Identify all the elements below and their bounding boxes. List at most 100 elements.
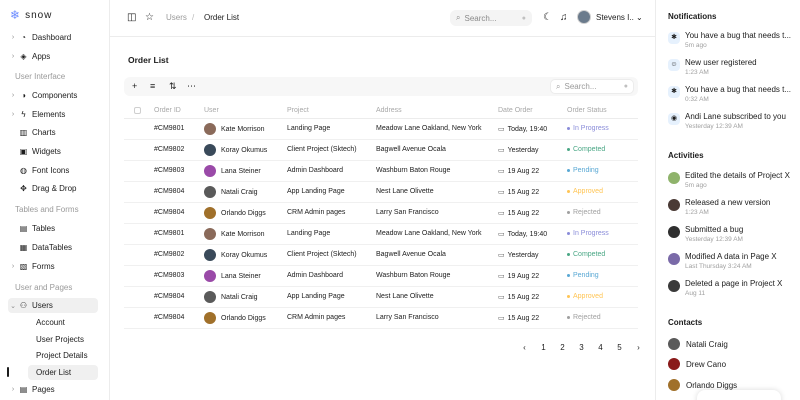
avatar [668,338,680,350]
sidebar-item-tables[interactable]: ▤ Tables [8,221,98,236]
table-search-input[interactable]: ⌕ Search... ● [550,79,634,94]
table-row[interactable]: #CM9802 Koray Okumus Client Project (Sktec… [124,245,638,266]
chevron-left-icon[interactable]: ‹ [515,343,534,352]
sidebar-item-widgets[interactable]: ▣ Widgets [8,144,98,159]
avatar [204,228,216,240]
sidebar-toggle-icon[interactable]: ◫ [127,12,136,24]
filter-icon[interactable]: ≡ [150,81,155,92]
project: Admin Dashboard [287,167,344,174]
status-badge: Rejected [567,209,601,216]
table-row[interactable]: #CM9804 Orlando Diggs CRM Admin pages Larry… [124,203,638,224]
sidebar-subitem-user-projects[interactable]: User Projects [28,332,98,347]
datatable-icon: ▦ [19,243,28,252]
project: CRM Admin pages [287,314,346,321]
pagination: ‹ 1 2 3 4 5 › [515,341,648,353]
sidebar-item-datatables[interactable]: ▦ DataTables [8,240,98,255]
sidebar-subitem-project-details[interactable]: Project Details [28,348,98,363]
user-name: Natali Craig [221,188,258,196]
sidebar-item-font-icons[interactable]: ◍ Font Icons [8,163,98,178]
user-name: Orlando Diggs [221,314,266,322]
column-header-status[interactable]: Order Status [567,107,607,114]
status-text: Rejected [573,209,601,216]
column-header-user[interactable]: User [204,107,219,114]
avatar[interactable] [577,10,591,24]
column-header-order-id[interactable]: Order ID [154,107,181,114]
calendar-icon: ▭ [498,252,505,259]
user-cell: Orlando Diggs [204,312,266,324]
status-dot [567,190,570,193]
components-icon: ◑ [21,91,26,100]
table-row[interactable]: #CM9801 Kate Morrison Landing Page Meadow L… [124,119,638,140]
user-cell: Natali Craig [204,186,258,198]
table-row[interactable]: #CM9801 Kate Morrison Landing Page Meadow L… [124,224,638,245]
table-header: Order ID User Project Address Date Order… [124,103,638,119]
status-dot [567,169,570,172]
sidebar-item-apps[interactable]: › ◈ Apps [8,49,98,64]
table-row[interactable]: #CM9803 Lana Steiner Admin Dashboard Washbu… [124,266,638,287]
breadcrumb-parent[interactable]: Users [166,13,187,22]
user-name[interactable]: Stevens I.. ⌄ [596,13,643,22]
date-value: Today, 19:40 [507,125,548,133]
contact-item[interactable]: Drew Cano [668,358,726,370]
brand[interactable]: ❄ snow [10,9,52,21]
right-panel: Notifications ✱ You have a bug that need… [655,0,800,400]
table-row[interactable]: #CM9804 Natali Craig App Landing Page Nest … [124,182,638,203]
sidebar-item-elements[interactable]: › ϟ Elements [8,107,98,122]
sidebar-item-users[interactable]: ⌄ ⚇ Users [8,298,98,313]
contact-item[interactable]: Natali Craig [668,338,728,350]
forms-icon: ▧ [19,262,28,271]
user-name: Kate Morrison [221,230,265,238]
page-5[interactable]: 5 [610,343,629,352]
order-id: #CM9803 [154,272,185,279]
status-badge: Pending [567,272,599,279]
sidebar-item-drag-drop[interactable]: ✥ Drag & Drop [8,181,98,196]
page-2[interactable]: 2 [553,343,572,352]
project: Landing Page [287,230,331,237]
order-id: #CM9802 [154,146,185,153]
column-header-address[interactable]: Address [376,107,402,114]
sort-icon[interactable]: ⇅ [169,81,177,92]
table-row[interactable]: #CM9804 Orlando Diggs CRM Admin pages Larry… [124,308,638,329]
user-name: Koray Okumus [221,146,268,154]
floating-panel[interactable] [697,390,781,400]
star-icon[interactable]: ☆ [145,12,154,24]
column-header-project[interactable]: Project [287,107,309,114]
bar-chart-icon: ▥ [19,128,28,137]
avatar [204,207,216,219]
mic-icon[interactable]: ● [522,15,526,22]
column-header-date[interactable]: Date Order [498,107,533,114]
add-icon[interactable]: + [132,81,137,92]
sidebar-subitem-account[interactable]: Account [28,315,98,330]
theme-toggle-icon[interactable]: ☾ [543,12,552,24]
avatar [668,379,680,391]
calendar-icon: ▭ [498,126,505,133]
sidebar-item-forms[interactable]: › ▧ Forms [8,259,98,274]
select-all-checkbox[interactable] [134,107,141,114]
table-row[interactable]: #CM9802 Koray Okumus Client Project (Sktec… [124,140,638,161]
more-icon[interactable]: ⋯ [187,81,196,92]
date-cell: ▭ 15 Aug 22 [498,188,540,197]
chevron-right-icon: › [11,386,15,393]
chevron-right-icon[interactable]: › [629,343,648,352]
calendar-icon: ▭ [498,315,505,322]
address: Meadow Lane Oakland, New York [376,125,482,132]
sidebar-item-pages[interactable]: › ▤ Pages [8,382,98,397]
status-dot [567,127,570,130]
date-value: 15 Aug 22 [507,188,540,196]
table-row[interactable]: #CM9804 Natali Craig App Landing Page Nest … [124,287,638,308]
sidebar-item-components[interactable]: › ◑ Components [8,88,98,103]
status-dot [567,253,570,256]
table-row[interactable]: #CM9803 Lana Steiner Admin Dashboard Washbu… [124,161,638,182]
notification-bell-icon[interactable]: ♫ [560,12,568,24]
mic-icon[interactable]: ● [624,83,628,90]
sidebar-item-charts[interactable]: ▥ Charts [8,125,98,140]
sidebar-subitem-order-list[interactable]: Order List [28,365,98,380]
page-1[interactable]: 1 [534,343,553,352]
top-search-input[interactable]: ⌕ Search... ● [450,10,532,26]
page-4[interactable]: 4 [591,343,610,352]
section-label-users: User and Pages [15,283,73,292]
sidebar-item-dashboard[interactable]: › ◔ Dashboard [8,30,98,45]
table-search-placeholder: Search... [564,82,597,91]
avatar [204,144,216,156]
page-3[interactable]: 3 [572,343,591,352]
